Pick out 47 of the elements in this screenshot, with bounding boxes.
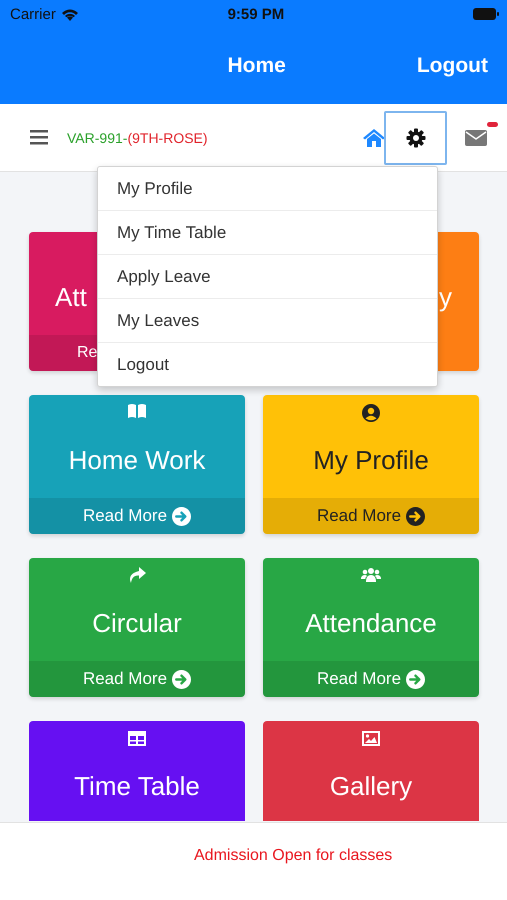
table-icon [127, 728, 147, 748]
card-title: Time Table [74, 771, 200, 802]
card-title: Circular [92, 608, 182, 639]
carrier-label: Carrier [10, 6, 56, 22]
arrow-circle-icon [172, 670, 192, 688]
battery-icon [473, 8, 499, 20]
menu-card[interactable]: Gallery [263, 721, 479, 821]
card-title: Home Work [68, 445, 206, 476]
card-title: Gallery [330, 771, 412, 802]
logout-button[interactable]: Logout [416, 54, 488, 78]
menu-item[interactable]: My Profile [98, 167, 437, 210]
notice-text: Admission Open for classes [194, 847, 392, 865]
menu-card[interactable]: Circular Read More [29, 558, 245, 697]
read-more-link[interactable]: Read More [316, 669, 402, 689]
read-more-link[interactable]: Read More [316, 506, 402, 526]
users-icon [361, 566, 381, 584]
status-time: 9:59 PM [226, 6, 286, 22]
menu-card[interactable]: Time Table [29, 721, 245, 821]
arrow-circle-icon [172, 506, 192, 526]
menu-item[interactable]: Logout [98, 342, 437, 386]
read-more-link[interactable]: Read More [82, 669, 168, 689]
home-icon[interactable] [363, 128, 385, 146]
settings-button[interactable] [384, 110, 447, 164]
menu-icon[interactable] [30, 130, 48, 145]
mail-icon[interactable] [465, 130, 487, 146]
menu-item[interactable]: My Time Table [98, 210, 437, 254]
arrow-circle-icon [406, 506, 426, 526]
share-icon [127, 566, 147, 584]
image-icon [361, 728, 381, 748]
menu-item[interactable]: My Leaves [98, 298, 437, 342]
card-title: Attendance [305, 608, 437, 639]
read-more-link[interactable]: Read More [82, 506, 168, 526]
user-icon [361, 402, 381, 422]
card-title: My Profile [313, 445, 429, 476]
read-more-link[interactable]: Re [77, 344, 97, 362]
card-title: y [439, 282, 452, 313]
card-title: Att [55, 282, 87, 313]
wifi-icon [60, 8, 79, 20]
menu-card[interactable]: Att Re [29, 232, 97, 371]
arrow-circle-icon [406, 670, 426, 688]
class-name: (9TH-ROSE) [127, 130, 208, 146]
menu-card[interactable]: My Profile Read More [263, 395, 479, 534]
menu-card[interactable]: Attendance Read More [263, 558, 479, 697]
menu-card[interactable]: Home Work Read More [29, 395, 245, 534]
nav-title: Home [228, 54, 286, 78]
menu-item[interactable]: Apply Leave [98, 254, 437, 298]
student-code: VAR-991- [67, 130, 128, 146]
